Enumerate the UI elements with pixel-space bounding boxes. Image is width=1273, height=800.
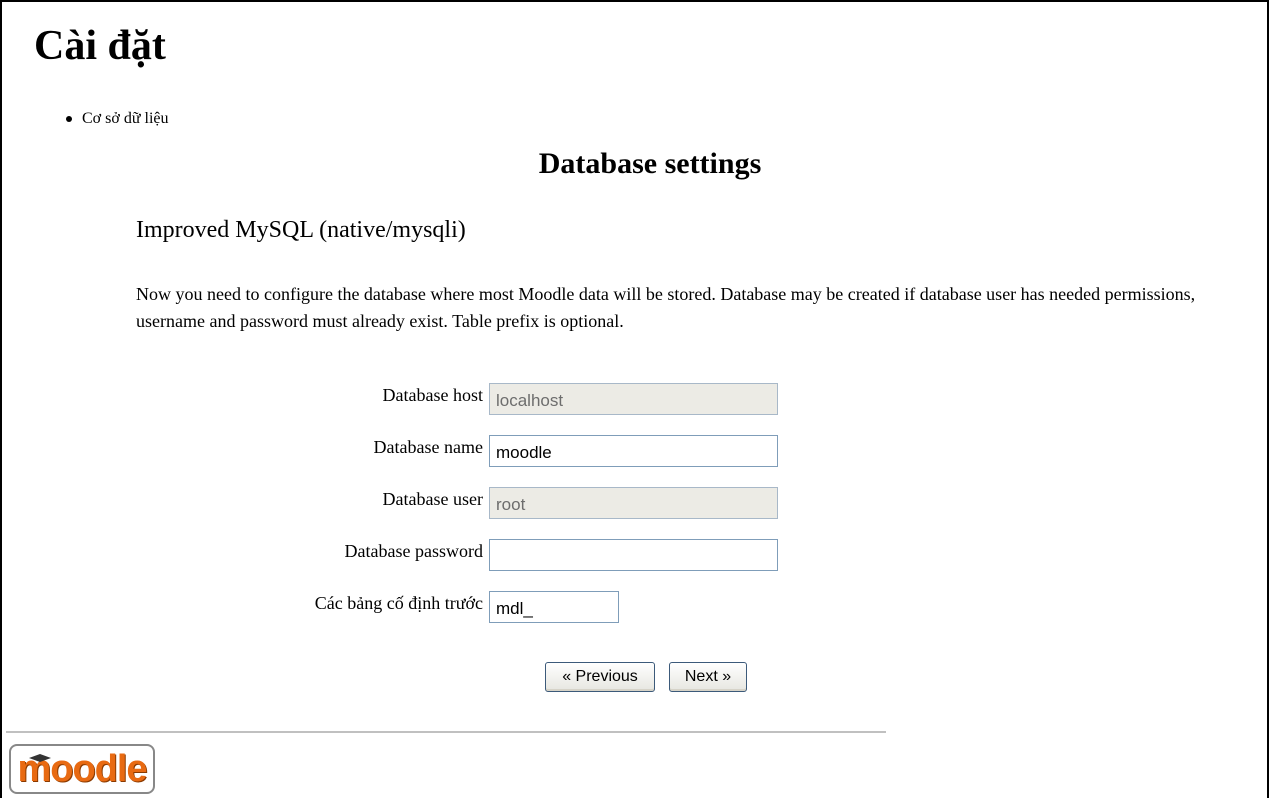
dbname-field[interactable] [489, 435, 778, 467]
dbuser-field[interactable] [489, 487, 778, 519]
breadcrumb-item-database: Cơ sở dữ liệu [60, 110, 168, 128]
intro-text: Now you need to configure the database w… [136, 284, 1196, 331]
section-heading: Database settings [538, 147, 762, 180]
moodle-logo[interactable]: moodle [9, 744, 155, 794]
previous-button[interactable]: « Previous [545, 662, 655, 692]
driver-heading: Improved MySQL (native/mysqli) [136, 217, 466, 243]
prefix-label: Các bảng cố định trước [314, 593, 483, 613]
page-title: Cài đặt [34, 23, 166, 69]
dbpass-field[interactable] [489, 539, 778, 571]
next-button[interactable]: Next » [669, 662, 747, 692]
dbhost-field[interactable] [489, 383, 778, 415]
dbuser-label: Database user [382, 489, 483, 509]
mortarboard-icon [29, 754, 51, 762]
prefix-field[interactable] [489, 591, 619, 623]
bullet-icon [66, 116, 72, 122]
dbname-label: Database name [373, 437, 483, 457]
footer-divider [6, 731, 886, 733]
breadcrumb: Cơ sở dữ liệu [60, 110, 168, 128]
breadcrumb-item-label: Cơ sở dữ liệu [82, 110, 169, 127]
dbpass-label: Database password [344, 541, 483, 561]
dbhost-label: Database host [382, 385, 483, 405]
